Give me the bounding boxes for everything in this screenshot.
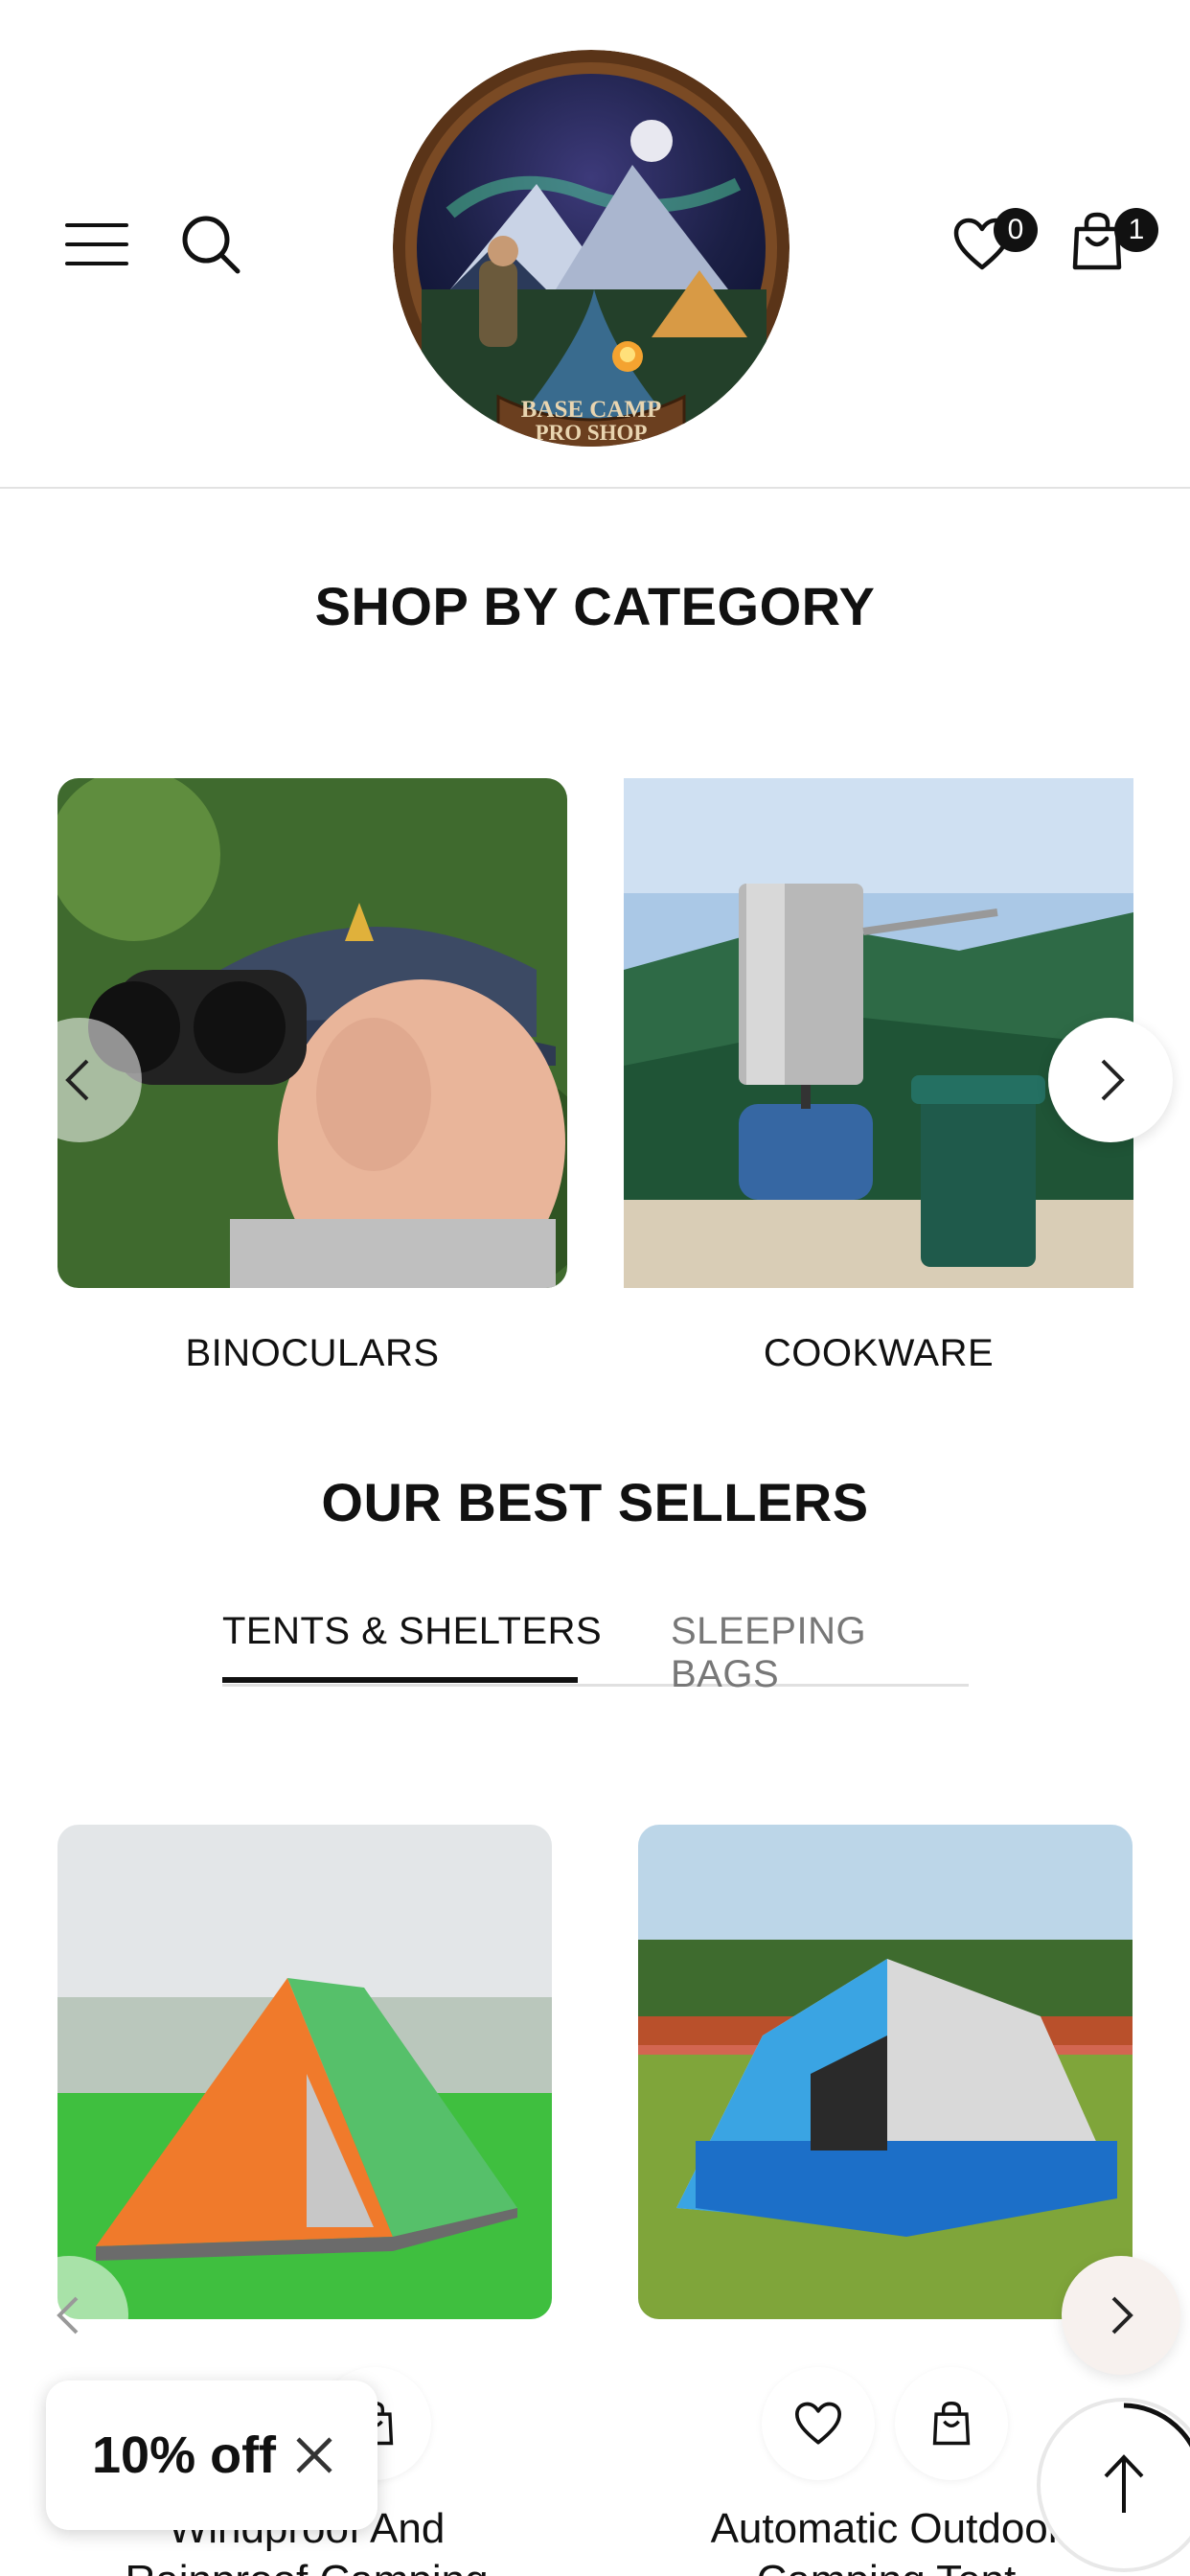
category-next-button[interactable] <box>1048 1018 1173 1142</box>
discount-label: 10% off <box>92 2426 277 2484</box>
shopping-bag-icon <box>932 2402 971 2446</box>
close-icon <box>296 2437 332 2473</box>
back-to-top-button[interactable] <box>1037 2398 1190 2572</box>
product-card-automatic-tent[interactable] <box>638 1825 1133 2319</box>
product1-title-line2: Rainproof Camping <box>38 2555 575 2576</box>
category-label-binoculars[interactable]: BINOCULARS <box>57 1332 567 1375</box>
menu-button[interactable] <box>59 211 136 278</box>
category-prev-button[interactable] <box>17 1018 142 1142</box>
best-sellers-tabs: TENTS & SHELTERS SLEEPING BAGS <box>222 1610 969 1695</box>
logo-line1: BASE CAMP <box>521 397 662 423</box>
products-next-button[interactable] <box>1062 2256 1180 2375</box>
logo-line2: PRO SHOP <box>536 421 648 445</box>
wishlist-count-badge: 0 <box>994 208 1038 252</box>
product-card-windproof-tent[interactable] <box>57 1825 552 2319</box>
heart-icon <box>794 2402 842 2445</box>
best-sellers-title: OUR BEST SELLERS <box>321 1472 869 1532</box>
chevron-left-icon <box>57 2296 79 2334</box>
search-icon <box>182 216 240 274</box>
chevron-right-icon <box>1111 2296 1133 2334</box>
discount-popup[interactable]: 10% off <box>46 2380 378 2530</box>
active-tab-indicator <box>222 1677 578 1683</box>
cart-count-badge: 1 <box>1114 208 1158 252</box>
shop-by-category-title: SHOP BY CATEGORY <box>314 576 876 636</box>
chevron-right-icon <box>1101 1059 1125 1101</box>
discount-close-button[interactable] <box>287 2428 341 2482</box>
products-prev-button[interactable] <box>10 2256 128 2375</box>
site-header: BASE CAMP PRO SHOP 0 1 <box>0 0 1190 489</box>
category-card-binoculars[interactable] <box>57 778 567 1288</box>
product2-add-to-cart-button[interactable] <box>895 2367 1008 2480</box>
tab-sleeping-bags[interactable]: SLEEPING BAGS <box>671 1610 969 1696</box>
category-card-cookware[interactable] <box>624 778 1133 1288</box>
search-button[interactable] <box>172 206 249 283</box>
category-label-cookware[interactable]: COOKWARE <box>624 1332 1133 1375</box>
store-logo[interactable]: BASE CAMP PRO SHOP <box>393 50 790 447</box>
hamburger-menu-icon <box>65 223 128 265</box>
tab-tents-shelters[interactable]: TENTS & SHELTERS <box>222 1610 602 1653</box>
chevron-left-icon <box>65 1059 89 1101</box>
product2-wishlist-button[interactable] <box>762 2367 875 2480</box>
